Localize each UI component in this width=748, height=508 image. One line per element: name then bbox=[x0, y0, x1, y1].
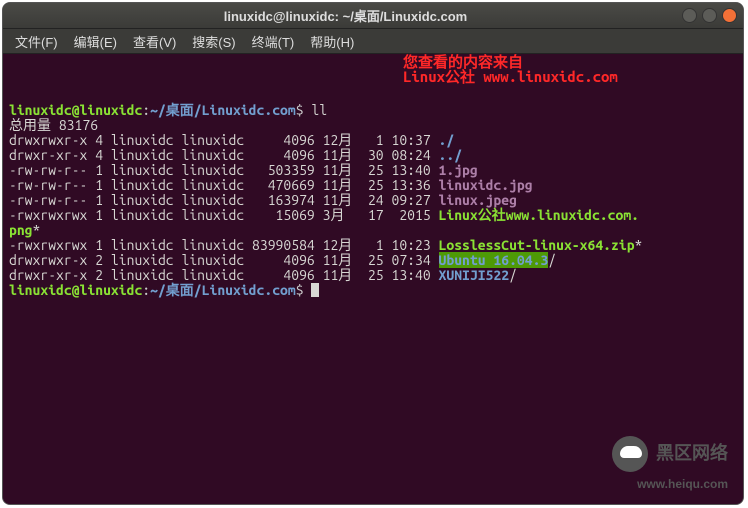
mushroom-icon bbox=[612, 436, 648, 472]
overlay-watermark: 您查看的内容来自Linux公社 www.linuxidc.com bbox=[403, 54, 618, 84]
window-title: linuxidc@linuxidc: ~/桌面/Linuxidc.com bbox=[9, 6, 682, 25]
terminal-window: linuxidc@linuxidc: ~/桌面/Linuxidc.com 文件(… bbox=[3, 3, 743, 504]
menu-search[interactable]: 搜索(S) bbox=[186, 30, 241, 53]
titlebar[interactable]: linuxidc@linuxidc: ~/桌面/Linuxidc.com bbox=[3, 3, 743, 29]
menu-help[interactable]: 帮助(H) bbox=[304, 30, 360, 53]
brand-watermark: 黑区网络 www.heiqu.com bbox=[612, 436, 728, 493]
window-buttons bbox=[682, 8, 737, 23]
menu-view[interactable]: 查看(V) bbox=[127, 30, 182, 53]
close-button[interactable] bbox=[722, 8, 737, 23]
menu-edit[interactable]: 编辑(E) bbox=[68, 30, 123, 53]
minimize-button[interactable] bbox=[682, 8, 697, 23]
menubar: 文件(F) 编辑(E) 查看(V) 搜索(S) 终端(T) 帮助(H) bbox=[3, 29, 743, 54]
maximize-button[interactable] bbox=[702, 8, 717, 23]
menu-file[interactable]: 文件(F) bbox=[9, 30, 64, 53]
menu-terminal[interactable]: 终端(T) bbox=[246, 30, 301, 53]
